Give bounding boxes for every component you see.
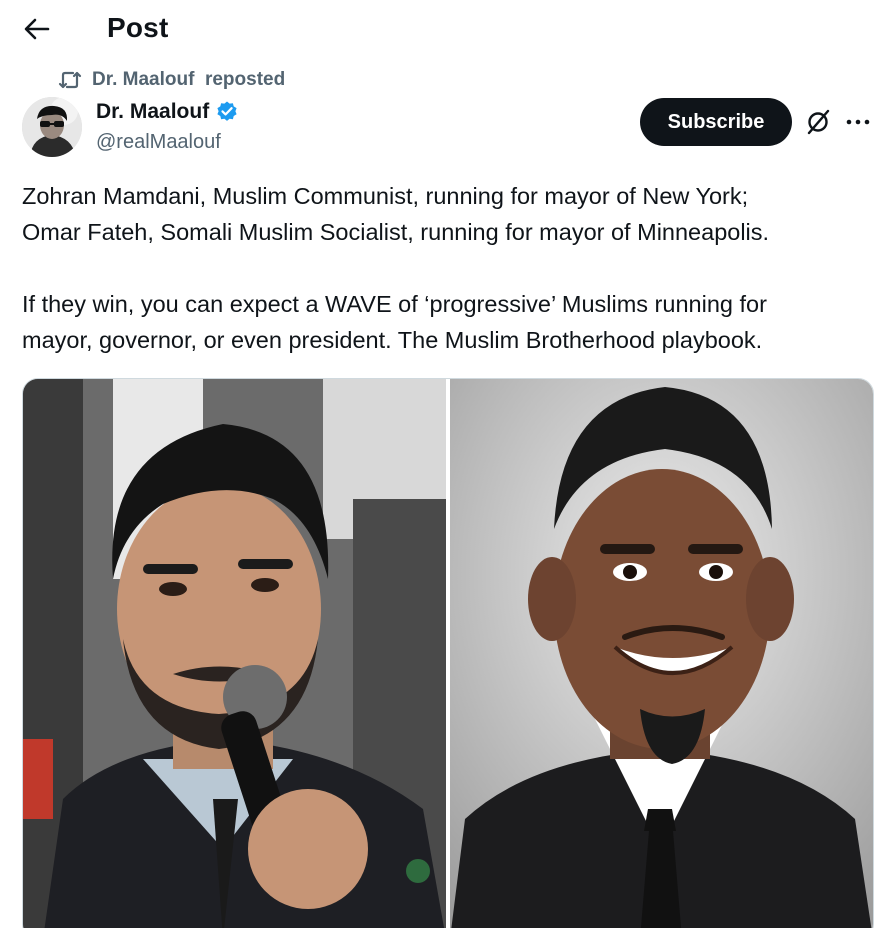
page-title: Post (107, 12, 169, 43)
grok-icon (807, 109, 830, 135)
header: Post (0, 0, 881, 58)
grok-button[interactable] (800, 104, 836, 140)
post-text-line: mayor, governor, or even president. The … (22, 327, 763, 353)
back-button[interactable] (14, 9, 60, 49)
media-grid (22, 378, 874, 928)
post-text-line: Zohran Mamdani, Muslim Communist, runnin… (22, 183, 749, 209)
repost-indicator[interactable]: Dr. Maalouf reposted (58, 68, 285, 92)
photo-left[interactable] (23, 379, 446, 928)
more-icon (846, 119, 870, 125)
author-handle[interactable]: @realMaalouf (96, 131, 221, 154)
author-name[interactable]: Dr. Maalouf (96, 100, 239, 124)
arrow-left-icon (24, 18, 50, 40)
avatar[interactable] (22, 97, 82, 157)
subscribe-button[interactable]: Subscribe (640, 98, 792, 146)
author-name-text: Dr. Maalouf (96, 100, 210, 123)
post-page: Post Dr. Maalouf reposted Dr. Maalouf @r… (0, 0, 881, 928)
repost-icon (58, 70, 82, 90)
verified-badge-icon (215, 100, 239, 124)
more-options-button[interactable] (840, 104, 876, 140)
repost-label: Dr. Maalouf reposted (92, 69, 286, 90)
post-text-line: Omar Fateh, Somali Muslim Socialist, run… (22, 219, 770, 245)
photo-right[interactable] (450, 379, 873, 928)
post-text: Zohran Mamdani, Muslim Communist, runnin… (22, 178, 872, 358)
post-text-line: If they win, you can expect a WAVE of ‘p… (22, 291, 767, 317)
